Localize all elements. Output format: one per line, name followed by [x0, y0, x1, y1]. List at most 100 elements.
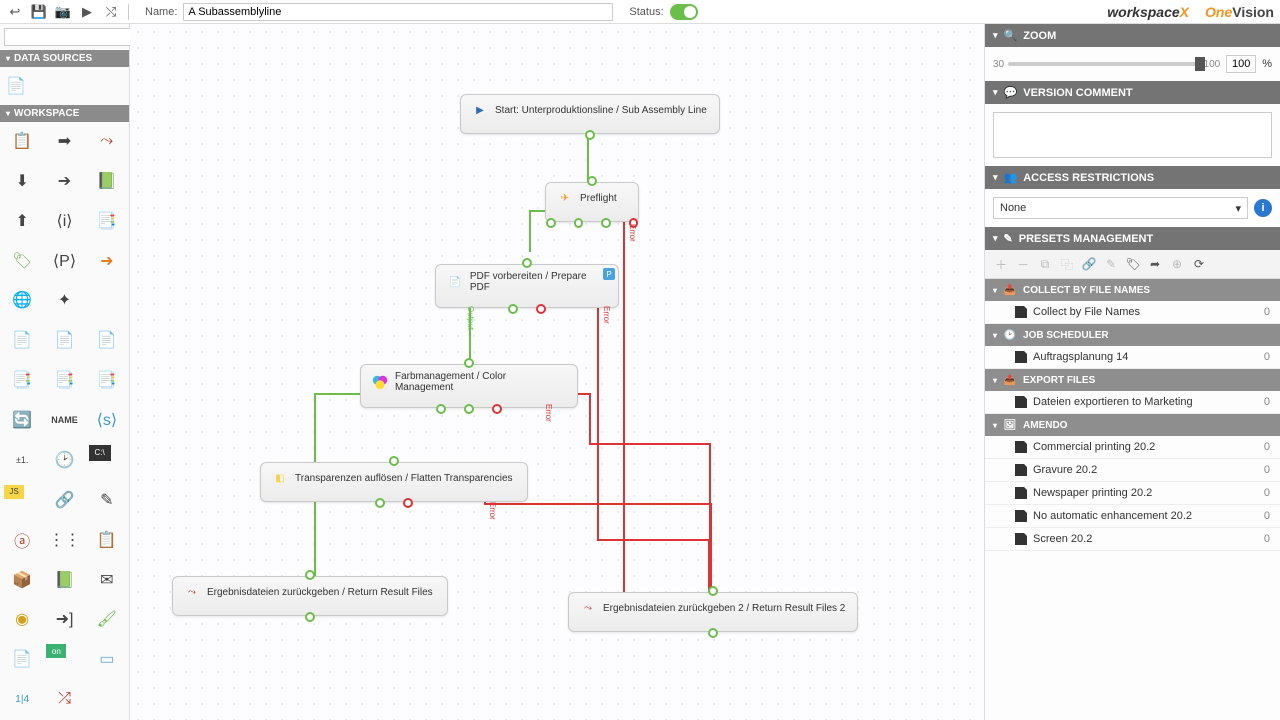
data-sources-header[interactable]: DATA SOURCES — [0, 50, 129, 67]
preset-group-header[interactable]: ▾🖼AMENDO — [985, 414, 1280, 436]
branch-icon[interactable]: ⤭ — [102, 3, 120, 21]
pal-sn[interactable]: ⟨s⟩ — [89, 405, 125, 435]
pal-copy1[interactable]: 📑 — [4, 365, 40, 395]
pal-blank1[interactable] — [89, 285, 125, 315]
preset-item[interactable]: Newspaper printing 20.20 — [985, 482, 1280, 505]
pal-refresh[interactable]: 🔄 — [4, 405, 40, 435]
pal-arrow[interactable]: ➜ — [89, 246, 125, 276]
preset-item[interactable]: Commercial printing 20.20 — [985, 436, 1280, 459]
pal-card[interactable]: ▭ — [89, 644, 125, 674]
node-color-mgmt[interactable]: Farbmanagement / Color Management — [360, 364, 578, 408]
pal-14[interactable]: 1|4 — [4, 684, 40, 714]
node-start[interactable]: ▶ Start: Unterproduktionsline / Sub Asse… — [460, 94, 720, 134]
preset-item[interactable]: No automatic enhancement 20.20 — [985, 505, 1280, 528]
pal-tag[interactable]: 🏷 — [4, 246, 40, 276]
pal-p[interactable]: ⟨P⟩ — [46, 246, 82, 276]
preset-item[interactable]: Auftragsplanung 140 — [985, 346, 1280, 369]
pm-remove[interactable]: － — [1013, 254, 1033, 274]
pal-up[interactable]: ⬆ — [4, 206, 40, 236]
group-icon: 🕑 — [1003, 328, 1017, 342]
node-result1[interactable]: ⤳ Ergebnisdateien zurückgeben / Return R… — [172, 576, 448, 616]
zoom-pct: % — [1262, 58, 1272, 70]
node-result2[interactable]: ⤳ Ergebnisdateien zurückgeben 2 / Return… — [568, 592, 858, 632]
node-label: Ergebnisdateien zurückgeben 2 / Return R… — [603, 603, 845, 614]
name-input[interactable] — [183, 3, 613, 21]
pal-exit[interactable]: ➜] — [46, 604, 82, 634]
pal-link[interactable]: 🔗 — [46, 485, 82, 515]
doc-icon — [1015, 351, 1027, 363]
access-select[interactable]: None▾ — [993, 197, 1248, 219]
pal-pdf1[interactable]: 📄 — [4, 325, 40, 355]
comment-icon: 💬 — [1004, 86, 1018, 99]
back-icon[interactable]: ↩ — [6, 3, 24, 21]
save-icon[interactable]: 💾 — [30, 3, 48, 21]
pal-js[interactable]: JS — [4, 485, 24, 499]
pm-copy[interactable]: ⧉ — [1035, 254, 1055, 274]
pal-code[interactable]: ⟨i⟩ — [46, 206, 82, 236]
pal-term[interactable]: C:\ — [89, 445, 111, 461]
pal-list[interactable]: 📋 — [89, 525, 125, 555]
workspace-header[interactable]: WORKSPACE — [0, 105, 129, 122]
node-label: Ergebnisdateien zurückgeben / Return Res… — [207, 587, 433, 598]
pm-add[interactable]: ＋ — [991, 254, 1011, 274]
presets-header[interactable]: ▾✎PRESETS MANAGEMENT — [985, 227, 1280, 250]
pal-job[interactable]: 📋 — [4, 126, 40, 156]
pal-at[interactable]: ⓐ — [4, 525, 40, 555]
pal-net[interactable]: ◉ — [4, 604, 40, 634]
pm-refresh[interactable]: ⟳ — [1189, 254, 1209, 274]
pal-doc[interactable]: 📑 — [89, 206, 125, 236]
node-prepare-pdf[interactable]: P 📄 PDF vorbereiten / Prepare PDF — [435, 264, 619, 308]
pal-clock[interactable]: 🕑 — [46, 445, 82, 475]
pal-merge[interactable]: ⤳ — [89, 126, 125, 156]
node-preflight[interactable]: ✈ Preflight — [545, 182, 639, 222]
pal-box[interactable]: 📦 — [4, 565, 40, 595]
pal-forward[interactable]: ➔ — [46, 166, 82, 196]
zoom-input[interactable] — [1226, 55, 1256, 73]
pal-split[interactable]: ⤮ — [46, 684, 82, 714]
pal-globe[interactable]: 🌐 — [4, 285, 40, 315]
zoom-slider[interactable]: 30 100 — [993, 59, 1220, 70]
pal-copy3[interactable]: 📑 — [89, 365, 125, 395]
pal-brush[interactable]: 🖌 — [89, 604, 125, 634]
pal-on[interactable]: on — [46, 644, 66, 658]
pal-copy2[interactable]: 📑 — [46, 365, 82, 395]
pal-compass[interactable]: ✦ — [46, 285, 82, 315]
datasource-item[interactable]: 📄 — [6, 71, 26, 101]
pm-dup[interactable]: ⿻ — [1057, 254, 1077, 274]
pal-blank2[interactable] — [89, 684, 125, 714]
pal-book[interactable]: 📗 — [46, 565, 82, 595]
preset-item[interactable]: Gravure 20.20 — [985, 459, 1280, 482]
comment-header[interactable]: ▾💬VERSION COMMENT — [985, 81, 1280, 104]
pal-green[interactable]: 📗 — [89, 166, 125, 196]
preset-item[interactable]: Collect by File Names0 — [985, 301, 1280, 324]
status-toggle[interactable] — [670, 4, 698, 20]
node-flatten[interactable]: ◧ Transparenzen auflösen / Flatten Trans… — [260, 462, 528, 502]
preset-group-header[interactable]: ▾📥COLLECT BY FILE NAMES — [985, 279, 1280, 301]
pm-send[interactable]: ➦ — [1145, 254, 1165, 274]
preset-group-header[interactable]: ▾📤EXPORT FILES — [985, 369, 1280, 391]
info-icon[interactable]: i — [1254, 199, 1272, 217]
pal-pdf3[interactable]: 📄 — [89, 325, 125, 355]
pal-name[interactable]: NAME — [46, 405, 82, 435]
preset-item[interactable]: Dateien exportieren to Marketing0 — [985, 391, 1280, 414]
zoom-header[interactable]: ▾🔍ZOOM — [985, 24, 1280, 47]
pal-dots[interactable]: ⋮⋮ — [46, 525, 82, 555]
preset-group-header[interactable]: ▾🕑JOB SCHEDULER — [985, 324, 1280, 346]
pm-tag[interactable]: 🏷 — [1123, 254, 1143, 274]
pm-new[interactable]: ⊕ — [1167, 254, 1187, 274]
access-header[interactable]: ▾👥ACCESS RESTRICTIONS — [985, 166, 1280, 189]
pm-edit[interactable]: ✎ — [1101, 254, 1121, 274]
comment-input[interactable] — [993, 112, 1272, 158]
camera-icon[interactable]: 📷 — [54, 3, 72, 21]
pm-link[interactable]: 🔗 — [1079, 254, 1099, 274]
pal-pen[interactable]: ✎ — [89, 485, 125, 515]
pal-pdf2[interactable]: 📄 — [46, 325, 82, 355]
pal-mail[interactable]: ✉ — [89, 565, 125, 595]
preset-item[interactable]: Screen 20.20 — [985, 528, 1280, 551]
play-icon[interactable]: ▶ — [78, 3, 96, 21]
pal-l1[interactable]: ±1. — [4, 445, 40, 475]
pal-import[interactable]: ➡ — [46, 126, 82, 156]
canvas[interactable]: ▶ Start: Unterproduktionsline / Sub Asse… — [130, 24, 984, 720]
pal-download[interactable]: ⬇ — [4, 166, 40, 196]
pal-page[interactable]: 📄 — [4, 644, 40, 674]
